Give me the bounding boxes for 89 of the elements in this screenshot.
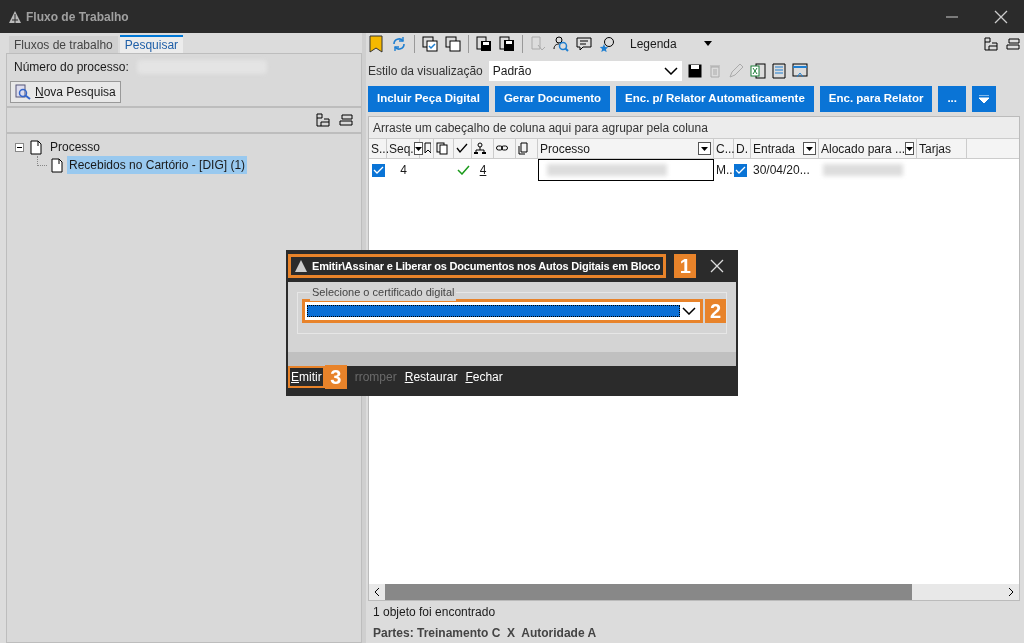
document-arrow-icon [530,36,546,52]
callout-badge: 1 [674,254,697,278]
dialog-button: rromper [354,368,397,386]
tree-view-icon[interactable] [983,36,999,52]
legend-menu[interactable]: Legenda [630,35,677,53]
status-text: 1 objeto foi encontrado [372,604,497,621]
horizontal-scrollbar[interactable] [369,584,1019,600]
search-icon [15,84,31,100]
group-hint: Arraste um cabeçalho de coluna aqui para agrupar pela coluna [373,119,708,137]
tree-view-icon[interactable] [315,112,331,128]
logo-icon [294,259,308,273]
copy-icon[interactable] [445,36,461,52]
column-header[interactable]: Alocado para ... [819,139,917,158]
process-number-label: Número do processo: [14,59,129,76]
filter-dropdown-icon[interactable] [803,142,816,155]
save-copy-icon[interactable] [476,36,492,52]
close-icon[interactable] [710,259,725,273]
doc-column-header[interactable] [516,139,538,158]
scrollbar-thumb[interactable] [385,584,912,600]
filter-dropdown-icon[interactable] [905,142,915,155]
filter-dropdown-icon[interactable] [413,142,423,155]
caret-down-icon [979,95,989,103]
view-style-dropdown[interactable]: Padrão [488,61,682,81]
tree-item[interactable]: Processo [48,138,103,156]
callout-badge: 3 [324,365,347,389]
column-header[interactable]: D. [734,139,751,158]
doc-icon [518,142,530,155]
table-cell[interactable]: 4 [479,161,487,179]
check-icon [456,142,468,155]
checkbox[interactable] [372,163,385,177]
checklist-icon[interactable] [422,36,438,52]
trash-icon [707,64,722,78]
tab[interactable]: Fluxos de trabalho [9,36,118,53]
star-pin-icon[interactable] [599,36,615,52]
comment-icon[interactable] [576,36,592,52]
save-icon[interactable] [687,64,702,78]
checkbox[interactable] [734,163,747,177]
new-search-button[interactable]: Nova Pesquisa [10,81,121,103]
action-button[interactable]: Incluir Peça Digital [368,86,489,112]
save-icon[interactable] [499,36,515,52]
chevron-down-icon [681,307,696,315]
search-person-icon[interactable] [553,36,569,52]
check-column-header[interactable] [454,139,472,158]
tree-item[interactable]: Recebidos no Cartório - [DIG] (1) [67,156,248,174]
tree-column-header[interactable] [472,139,494,158]
dropdown-arrow-icon[interactable] [703,41,712,47]
bookmark-icon [422,142,431,155]
collapse-icon[interactable] [339,113,353,127]
close-icon[interactable] [994,9,1008,24]
copies-icon [436,142,448,155]
copies-column-header[interactable] [434,139,454,158]
window-export-icon[interactable] [791,63,808,79]
dialog-button[interactable]: Fechar [465,368,503,386]
dialog-title: Emitir\Assinar e Liberar os Documentos nos Autos Digitais em Bloco [312,258,661,274]
link-column-header[interactable] [494,139,516,158]
document-icon[interactable] [771,63,786,79]
view-style-label: Estilo da visualização [368,63,483,80]
action-button[interactable]: ... [938,86,966,112]
more-menu-button[interactable] [972,86,996,112]
table-cell-text: M... [716,162,736,179]
document-icon [51,157,63,173]
column-header[interactable]: Seq. [387,139,420,158]
dialog-button[interactable]: Restaurar [404,368,458,386]
certificate-dropdown[interactable] [302,299,703,323]
action-button[interactable]: Gerar Documento [494,86,611,112]
column-header[interactable]: Tarjas [917,139,967,158]
expander-icon[interactable] [15,142,24,152]
tab[interactable]: Pesquisar [119,35,184,53]
dialog-button[interactable]: Emitir [288,366,325,388]
collapse-icon[interactable] [1006,37,1020,51]
column-header[interactable]: Entrada [751,139,819,158]
pencil-icon [727,63,744,79]
column-header[interactable]: S... [369,139,387,158]
logo-icon [8,9,22,24]
spreadsheet-icon[interactable] [749,63,766,79]
chevron-down-icon [663,67,678,75]
table-cell-text: 4 [400,162,407,179]
filter-dropdown-icon[interactable] [698,142,711,155]
parties-text: Partes: Treinamento C X Autoridade A [372,625,598,642]
document-icon [30,139,42,155]
tree-icon [474,142,486,155]
action-button[interactable]: Enc. para Relator [819,86,933,112]
table-cell-text: 30/04/20... [753,162,810,179]
action-button[interactable]: Enc. p/ Relator Automaticamente [616,86,814,112]
column-header[interactable]: C... [714,139,734,158]
callout-badge: 2 [704,299,726,323]
column-header[interactable]: Processo [538,139,714,158]
refresh-icon[interactable] [391,36,407,52]
window-title: Fluxo de Trabalho [26,8,129,26]
